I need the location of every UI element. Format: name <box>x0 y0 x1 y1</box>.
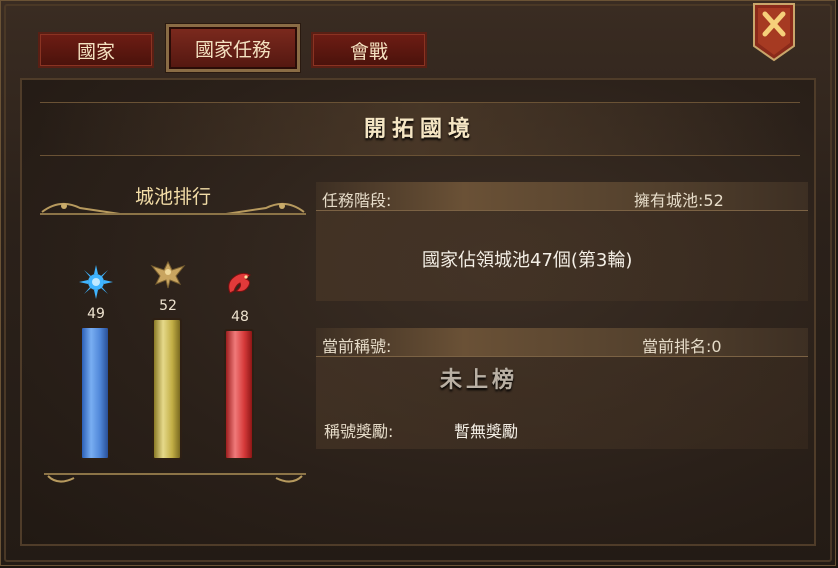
tab-battle[interactable]: 會戰 <box>311 32 427 68</box>
ranking-value: 52 <box>159 298 177 314</box>
ranking-value: 48 <box>231 309 249 325</box>
title-reward-value: 暫無獎勵 <box>454 422 519 441</box>
section-title: 開拓國境 <box>363 116 476 142</box>
tab-country[interactable]: 國家 <box>38 32 154 68</box>
task-description: 國家佔領城池47個(第3輪) <box>422 250 633 271</box>
gold-eagle-emblem-icon <box>150 260 186 289</box>
tab-bar: 國家 國家任務 會戰 <box>18 18 753 78</box>
ranking-bar <box>224 329 254 460</box>
ranking-bar <box>152 318 182 460</box>
ranking-bars: 49 52 48 <box>60 240 280 460</box>
title-reward-label: 稱號獎勵: <box>324 422 394 441</box>
close-x-icon <box>753 3 795 62</box>
current-title-label: 當前稱號: <box>322 337 392 356</box>
blue-sun-emblem-icon <box>79 265 113 299</box>
ornament-base <box>44 473 306 483</box>
ranking-entry-gold: 52 <box>150 240 186 460</box>
current-title-value: 未上榜 <box>440 367 519 393</box>
ranking-header: 城池排行 <box>40 178 306 218</box>
task-stage-label: 任務階段: <box>322 191 392 210</box>
ranking-value: 49 <box>87 306 105 322</box>
red-dragon-emblem-icon <box>228 272 251 294</box>
tab-country-tasks[interactable]: 國家任務 <box>166 24 300 72</box>
section-title-band: 開拓國境 <box>40 102 800 156</box>
owned-cities-label: 擁有城池:52 <box>634 191 724 210</box>
ranking-entry-blue: 49 <box>79 240 113 460</box>
ranking-bar <box>80 326 110 460</box>
ranking-title: 城池排行 <box>134 186 211 208</box>
current-rank-label: 當前排名:0 <box>642 337 722 356</box>
close-button[interactable] <box>752 2 796 62</box>
ranking-entry-red: 48 <box>224 240 256 460</box>
